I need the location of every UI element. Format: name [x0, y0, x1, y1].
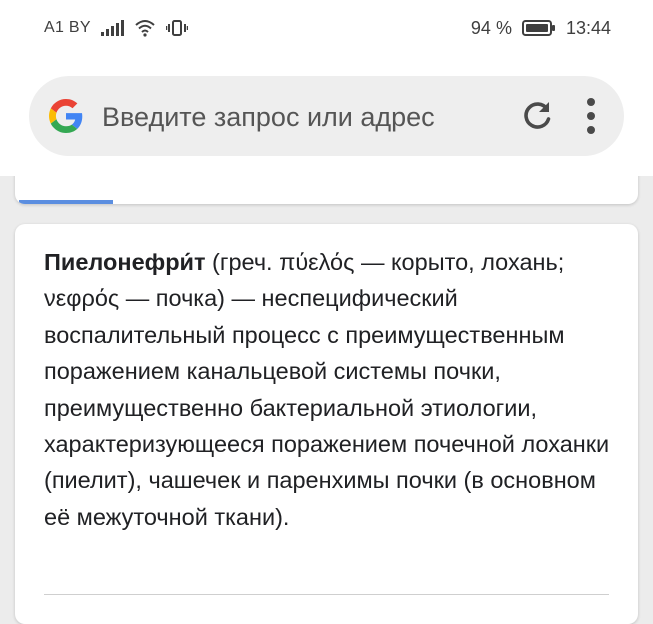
status-bar: A1 BY 94 % 13:44	[0, 0, 653, 56]
battery-icon	[521, 19, 556, 37]
status-right: 94 % 13:44	[471, 18, 611, 39]
vibrate-icon	[165, 19, 188, 37]
more-vert-icon[interactable]	[584, 96, 598, 136]
reload-icon[interactable]	[519, 98, 555, 134]
carrier-label: A1 BY	[44, 19, 91, 36]
browser-toolbar: Введите запрос или адрес	[0, 56, 653, 176]
google-logo	[49, 99, 83, 133]
tab-indicator	[19, 200, 113, 204]
definition-term: Пиелонефри́т	[44, 249, 206, 275]
definition-card: Пиелонефри́т (греч. πύελός — корыто, лох…	[15, 224, 638, 624]
definition-body: (греч. πύελός — корыто, лохань; νεφρός —…	[44, 249, 610, 530]
clock: 13:44	[565, 17, 611, 38]
search-bar[interactable]: Введите запрос или адрес	[29, 76, 624, 156]
divider	[44, 594, 609, 595]
signal-icon	[100, 20, 124, 36]
battery-percent: 94 %	[470, 17, 512, 38]
wifi-icon	[134, 19, 156, 37]
search-input[interactable]: Введите запрос или адрес	[102, 100, 502, 134]
status-left: A1 BY	[44, 19, 188, 37]
definition-text: Пиелонефри́т (греч. πύελός — корыто, лох…	[44, 244, 619, 535]
